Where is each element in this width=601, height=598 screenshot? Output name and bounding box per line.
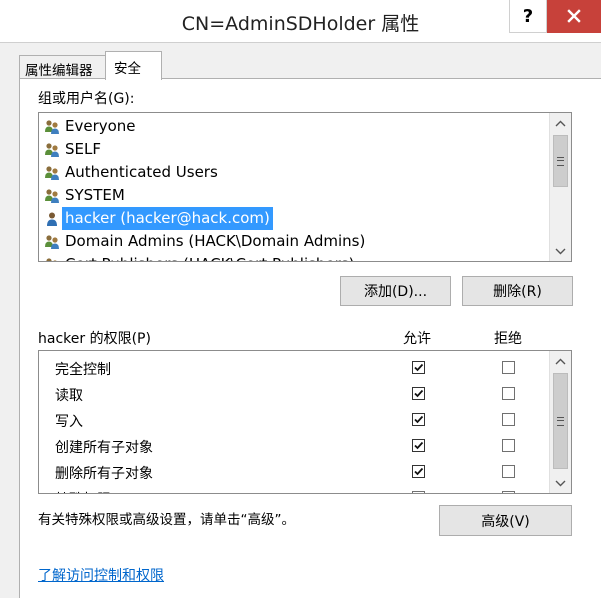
group-icon [44,257,60,261]
permission-row: 特殊权限 [39,485,549,493]
permissions-scrollbar[interactable] [549,351,571,493]
advanced-hint: 有关特殊权限或高级设置，请单击“高级”。 [38,512,295,528]
close-button[interactable] [547,0,601,33]
deny-checkbox[interactable] [502,491,515,493]
allow-checkbox[interactable] [412,491,425,493]
allow-checkbox[interactable] [412,439,425,452]
permission-name: 创建所有子对象 [55,440,153,456]
permission-name: 删除所有子对象 [55,466,153,482]
group-name: hacker (hacker@hack.com) [62,207,273,230]
allow-checkbox[interactable] [412,387,425,400]
remove-button[interactable]: 删除(R) [462,276,573,306]
permission-name: 特殊权限 [55,489,111,493]
group-name: Domain Admins (HACK\Domain Admins) [65,232,366,250]
deny-header: 拒绝 [494,331,522,347]
group-list-item[interactable]: hacker (hacker@hack.com) [40,207,548,230]
tab-security[interactable]: 安全 [105,51,162,80]
permission-name: 读取 [55,388,83,404]
groups-label: 组或用户名(G): [38,91,135,107]
permission-name: 完全控制 [55,362,111,378]
allow-header: 允许 [403,331,431,347]
advanced-button[interactable]: 高级(V) [439,505,572,536]
group-name: SYSTEM [65,186,125,204]
group-icon [44,188,60,204]
groups-scrollbar[interactable] [549,113,571,261]
permission-row: 读取 [39,381,549,407]
scroll-up-icon[interactable] [550,113,571,133]
help-link[interactable]: 了解访问控制和权限 [38,565,164,585]
help-button[interactable]: ? [509,0,547,33]
title-bar: CN=AdminSDHolder 属性 ? [0,0,601,43]
scroll-up-icon[interactable] [550,351,571,371]
permission-name: 写入 [55,414,83,430]
scroll-down-icon[interactable] [550,473,571,493]
user-icon [44,211,60,227]
group-icon [44,142,60,158]
groups-listbox[interactable]: Everyone SELF Authenticated Users SYSTEM hac… [38,112,572,262]
deny-checkbox[interactable] [502,387,515,400]
group-icon [44,119,60,135]
group-name: Authenticated Users [65,163,218,181]
permissions-listbox[interactable]: 完全控制读取写入创建所有子对象删除所有子对象特殊权限 [38,350,572,494]
deny-checkbox[interactable] [502,361,515,374]
group-icon [44,234,60,250]
permissions-label: hacker 的权限(P) [38,331,151,347]
permission-row: 删除所有子对象 [39,459,549,485]
scroll-down-icon[interactable] [550,241,571,261]
deny-checkbox[interactable] [502,439,515,452]
group-name: SELF [65,140,101,158]
permission-row: 写入 [39,407,549,433]
group-icon [44,165,60,181]
scroll-thumb[interactable] [553,373,568,469]
tab-attribute-editor[interactable]: 属性编辑器 [19,55,106,79]
deny-checkbox[interactable] [502,413,515,426]
deny-checkbox[interactable] [502,465,515,478]
close-icon [567,9,581,23]
scroll-thumb[interactable] [553,135,568,187]
allow-checkbox[interactable] [412,413,425,426]
group-name: Everyone [65,117,136,135]
allow-checkbox[interactable] [412,361,425,374]
group-name: Cert Publishers (HACK\Cert Publishers) [62,253,358,261]
permission-row: 创建所有子对象 [39,433,549,459]
add-button[interactable]: 添加(D)... [340,276,451,306]
allow-checkbox[interactable] [412,465,425,478]
permission-row: 完全控制 [39,355,549,381]
